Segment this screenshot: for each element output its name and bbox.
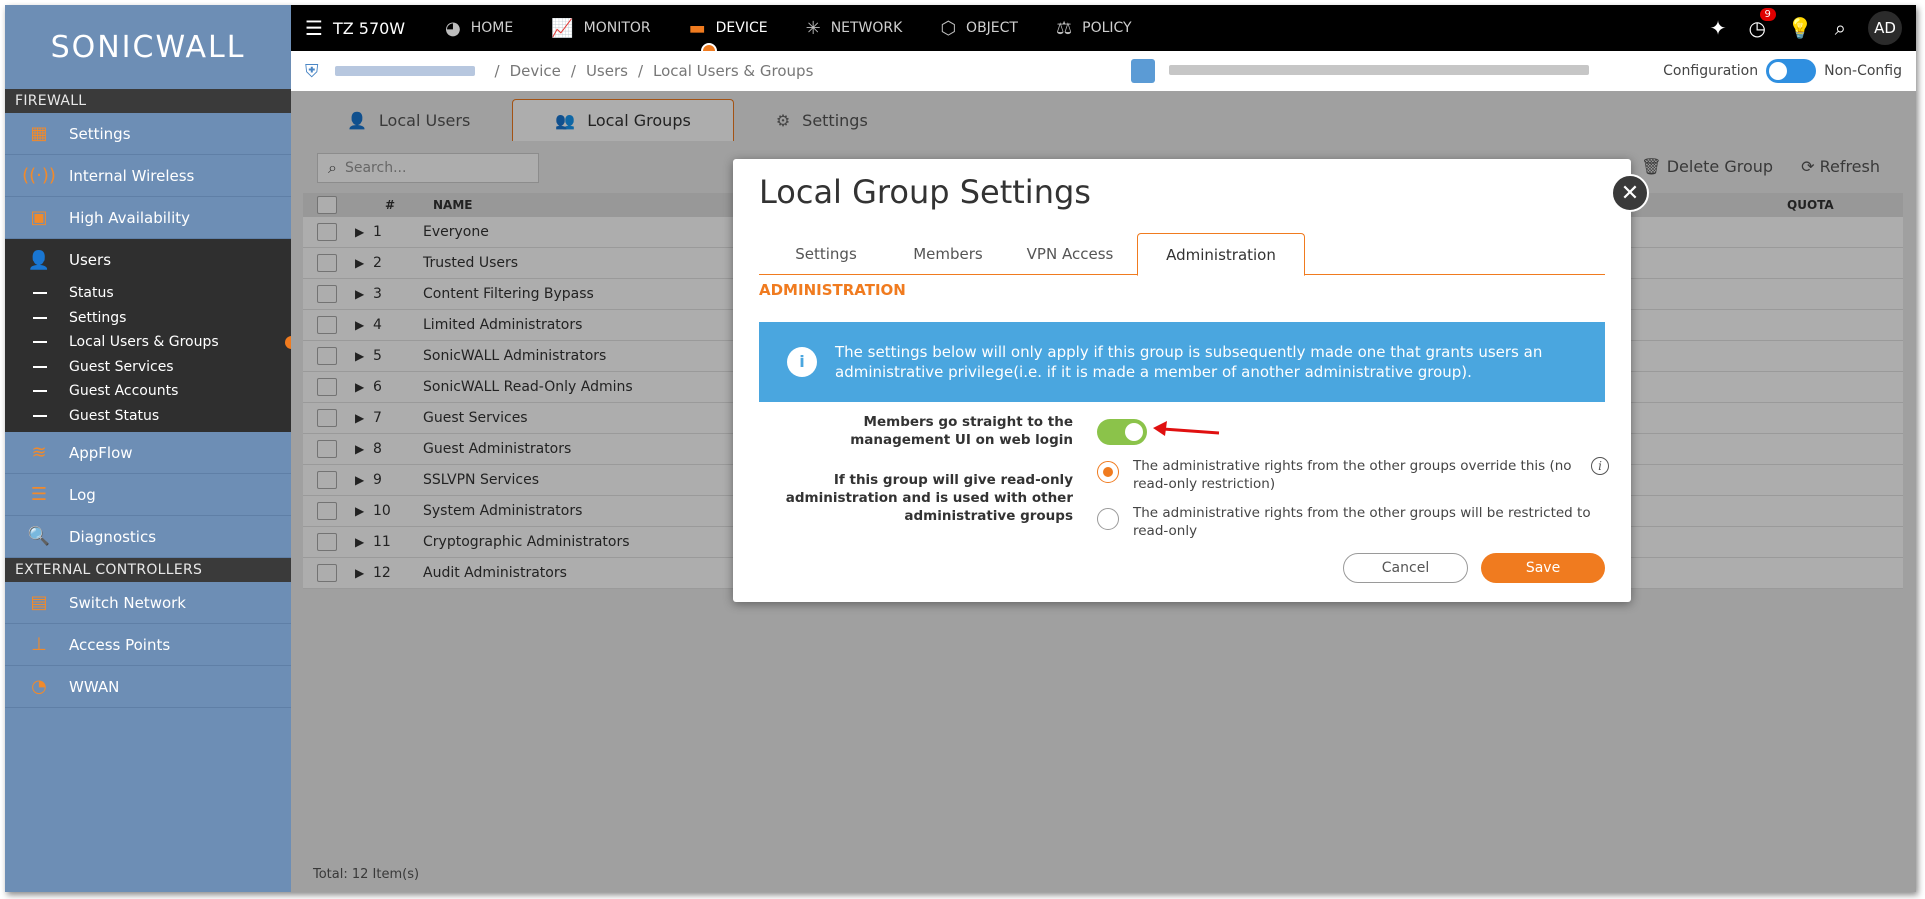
sonicwall-logo: SONICWALL [50, 29, 246, 65]
info-icon[interactable]: i [1591, 457, 1609, 475]
high-availability-icon: ▣ [30, 207, 48, 228]
subnav-guest-status[interactable]: Guest Status [5, 404, 291, 429]
config-mode-switch: Configuration Non-Config [1663, 51, 1902, 91]
radio-restrict[interactable]: The administrative rights from the other… [1097, 504, 1593, 540]
tab-dialog-administration[interactable]: Administration [1137, 233, 1305, 276]
save-button[interactable]: Save [1481, 553, 1605, 583]
users-subnav: Status Settings Local Users & Groups Gue… [5, 281, 298, 432]
breadcrumb-bar: ⛨ / Device / Users / Local Users & Group… [291, 51, 1916, 91]
menu-icon[interactable]: ☰ [305, 16, 323, 40]
sidebar-item-log[interactable]: ☰ Log [5, 474, 291, 516]
sidebar-item-access-points[interactable]: ⊥ Access Points [5, 624, 291, 666]
subnav-local-users-groups[interactable]: Local Users & Groups [5, 330, 298, 355]
log-icon: ☰ [30, 484, 48, 505]
breadcrumb-local-users-groups: Local Users & Groups [653, 62, 814, 80]
sidebar-item-internal-wireless[interactable]: ((·)) Internal Wireless [5, 155, 291, 197]
redacted-device-name [334, 66, 475, 76]
radio-override[interactable]: The administrative rights from the other… [1097, 457, 1593, 493]
sidebar-item-high-availability[interactable]: ▣ High Availability [5, 197, 291, 239]
topnav-monitor[interactable]: 📈 MONITOR [551, 5, 650, 51]
search-icon[interactable]: ⌕ [1835, 16, 1846, 40]
switch-icon: ▤ [30, 592, 48, 613]
subnav-status[interactable]: Status [5, 281, 291, 306]
members-login-toggle[interactable] [1097, 419, 1147, 445]
policy-icon: ⚖ [1055, 17, 1073, 39]
topnav-device[interactable]: ▬ DEVICE [688, 5, 768, 59]
topnav-home[interactable]: ◕ HOME [445, 5, 513, 51]
tab-dialog-members[interactable]: Members [893, 233, 1003, 275]
home-icon: ◕ [445, 17, 461, 39]
topnav-network[interactable]: ✳ NETWORK [806, 5, 903, 51]
section-external-controllers: EXTERNAL CONTROLLERS [5, 558, 291, 582]
diagnostics-icon: 🔍 [27, 526, 51, 547]
network-icon: ✳ [805, 17, 821, 39]
subnav-guest-services[interactable]: Guest Services [5, 355, 291, 380]
notification-badge: 9 [1759, 8, 1776, 21]
dialog-title: Local Group Settings [759, 173, 1091, 211]
members-login-label: Members go straight to the management UI… [850, 414, 1073, 448]
redacted-status-message [1169, 65, 1589, 75]
dialog-tabs: Settings Members VPN Access Administrati… [759, 233, 1605, 276]
topnav-object[interactable]: ⬡ OBJECT [940, 5, 1018, 51]
user-icon: 👤 [27, 249, 51, 271]
breadcrumb-device[interactable]: Device [510, 62, 561, 80]
management-status-icon [1131, 59, 1155, 83]
breadcrumb-users[interactable]: Users [586, 62, 628, 80]
wireless-icon: ((·)) [22, 165, 56, 186]
appflow-icon: ≋ [31, 442, 47, 463]
red-arrow-annotation [1153, 421, 1220, 436]
shield-icon: ⛨ [305, 60, 319, 82]
sidebar: SONICWALL FIREWALL ▦ Settings ((·)) Intern… [5, 5, 298, 892]
sidebar-item-diagnostics[interactable]: 🔍 Diagnostics [5, 516, 291, 558]
sidebar-item-switch-network[interactable]: ▤ Switch Network [5, 582, 291, 624]
wizard-icon[interactable]: ✦ [1710, 16, 1727, 40]
subnav-settings[interactable]: Settings [5, 306, 291, 331]
config-toggle[interactable] [1766, 59, 1817, 83]
sidebar-item-wwan[interactable]: ◔ WWAN [5, 666, 291, 708]
radio-override-input[interactable] [1097, 461, 1119, 483]
device-model[interactable]: ☰ TZ 570W [305, 16, 445, 40]
section-firewall: FIREWALL [5, 89, 291, 113]
info-icon: i [787, 347, 817, 377]
topbar-tools: ✦ ◷ 9 💡 ⌕ AD [1710, 5, 1902, 51]
tab-dialog-settings[interactable]: Settings [759, 233, 893, 275]
close-icon[interactable]: ✕ [1611, 174, 1649, 212]
monitor-icon: 📈 [551, 17, 574, 39]
info-banner: i The settings below will only apply if … [759, 322, 1605, 402]
wwan-icon: ◔ [31, 676, 47, 697]
object-icon: ⬡ [940, 17, 957, 39]
settings-icon: ▦ [30, 123, 48, 144]
app-window: SONICWALL FIREWALL ▦ Settings ((·)) Intern… [5, 5, 1916, 892]
subnav-guest-accounts[interactable]: Guest Accounts [5, 379, 291, 404]
device-icon: ▬ [688, 17, 706, 39]
topbar: ☰ TZ 570W ◕ HOME 📈 MONITOR ▬ DEVICE ✳ NETWORK… [291, 5, 1916, 59]
access-point-icon: ⊥ [31, 634, 47, 655]
lightbulb-icon[interactable]: 💡 [1788, 16, 1813, 40]
topnav-policy[interactable]: ⚖ POLICY [1056, 5, 1132, 51]
cancel-button[interactable]: Cancel [1343, 553, 1468, 583]
section-title: ADMINISTRATION [759, 281, 906, 299]
radio-restrict-input[interactable] [1097, 508, 1119, 530]
readonly-label: If this group will give read-only admini… [785, 472, 1073, 524]
sidebar-item-appflow[interactable]: ≋ AppFlow [5, 432, 291, 474]
local-group-settings-dialog: Local Group Settings Settings Members VP… [733, 159, 1631, 602]
tab-dialog-vpn-access[interactable]: VPN Access [1003, 233, 1137, 275]
avatar[interactable]: AD [1868, 11, 1902, 45]
sidebar-item-users[interactable]: 👤 Users [5, 239, 291, 281]
sidebar-item-settings[interactable]: ▦ Settings [5, 113, 291, 155]
alerts-icon[interactable]: ◷ 9 [1748, 8, 1776, 40]
